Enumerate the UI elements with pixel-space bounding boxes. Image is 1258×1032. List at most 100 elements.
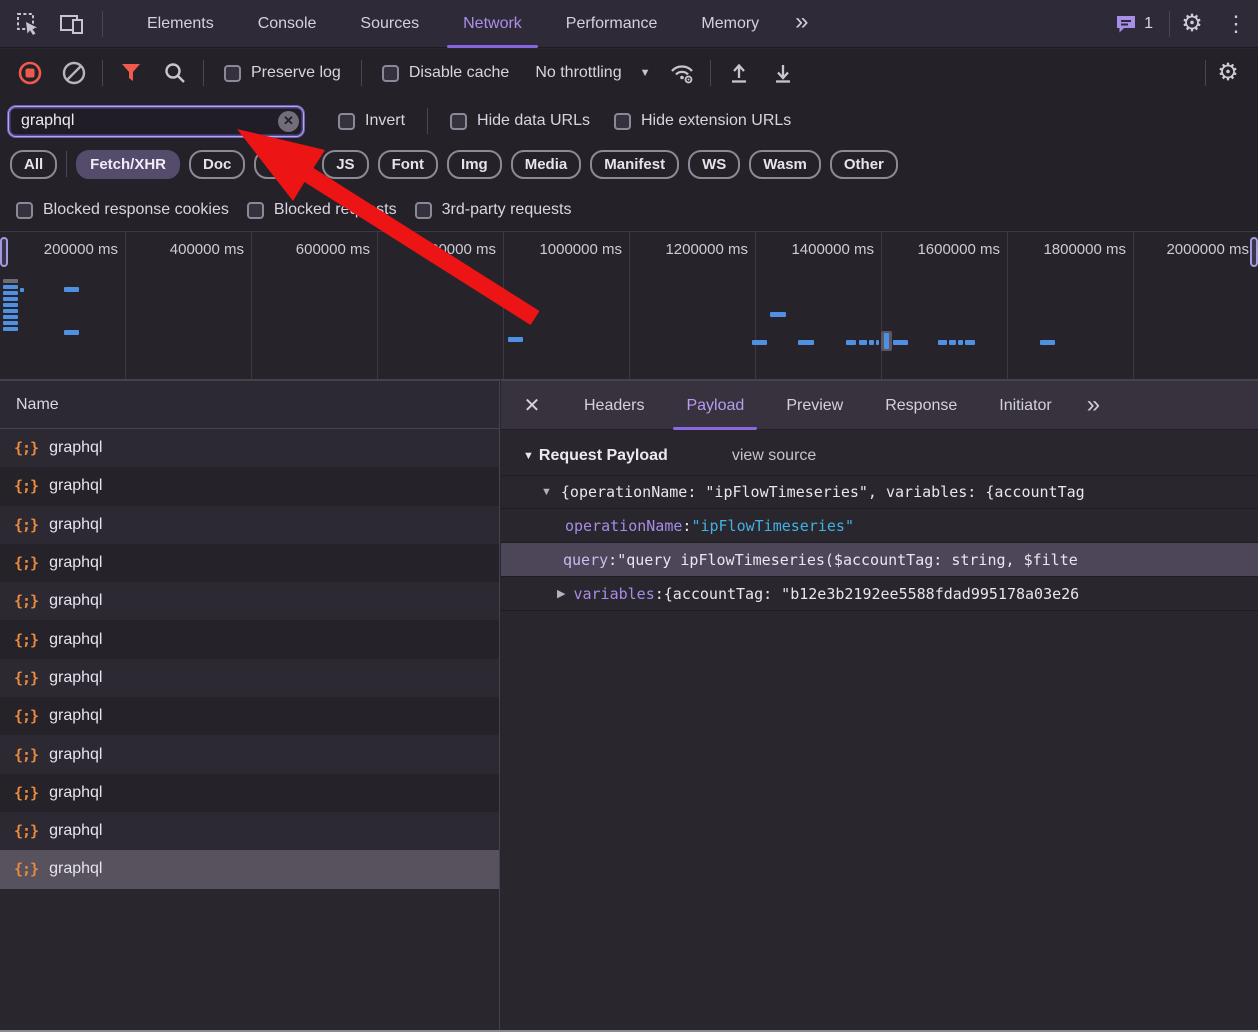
device-toolbar-icon[interactable]: [50, 0, 94, 48]
chip-divider: [66, 151, 68, 177]
record-button[interactable]: [8, 51, 52, 95]
more-tabs-icon[interactable]: »: [781, 0, 822, 48]
overview-request-bar: [3, 291, 18, 295]
invert-toggle[interactable]: Invert: [338, 112, 405, 130]
request-row[interactable]: {;} graphql: [0, 505, 499, 544]
tab-payload[interactable]: Payload: [665, 381, 765, 430]
chip-other[interactable]: Other: [829, 149, 898, 179]
payload-summary-row[interactable]: ▼ {operationName: "ipFlowTimeseries", va…: [501, 475, 1258, 509]
devtools-tabbar: Elements Console Sources Network Perform…: [0, 0, 1258, 48]
hide-extension-urls-label: Hide extension URLs: [640, 112, 792, 129]
filter-funnel-icon[interactable]: [109, 51, 153, 95]
detail-more-tabs-icon[interactable]: »: [1073, 383, 1114, 427]
request-row[interactable]: {;} graphql: [0, 811, 499, 851]
chip-wasm[interactable]: Wasm: [749, 149, 821, 179]
toolbar-divider-4: [710, 60, 712, 86]
inspect-element-icon[interactable]: [6, 0, 50, 48]
tab-network[interactable]: Network: [441, 0, 544, 48]
blocked-requests-label: Blocked requests: [273, 201, 397, 218]
tab-elements[interactable]: Elements: [125, 0, 236, 48]
chip-manifest[interactable]: Manifest: [590, 149, 680, 179]
json-braces-icon: {;}: [14, 707, 39, 726]
preserve-log-checkbox[interactable]: [224, 64, 241, 82]
collapse-icon[interactable]: ▶: [557, 587, 565, 600]
payload-variables-row[interactable]: ▶ variables: {accountTag: "b12e3b2192ee5…: [501, 577, 1258, 611]
close-detail-icon[interactable]: ✕: [501, 380, 563, 430]
overview-right-handle[interactable]: [1250, 237, 1258, 267]
request-row[interactable]: {;} graphql: [0, 429, 499, 468]
chip-font[interactable]: Font: [377, 149, 439, 179]
hide-extension-urls-checkbox[interactable]: [613, 112, 631, 130]
tab-memory[interactable]: Memory: [679, 0, 781, 48]
request-row[interactable]: {;} graphql: [0, 620, 499, 659]
section-expand-icon[interactable]: ▼: [523, 450, 534, 462]
chip-fetch-xhr[interactable]: Fetch/XHR: [76, 149, 181, 179]
clear-filter-icon[interactable]: ✕: [278, 110, 299, 132]
json-braces-icon: {;}: [14, 592, 39, 611]
payload-query-row[interactable]: query: "query ipFlowTimeseries($accountT…: [501, 543, 1258, 577]
third-party-toggle[interactable]: 3rd-party requests: [414, 201, 571, 219]
request-row[interactable]: {;} graphql: [0, 582, 499, 621]
chip-media[interactable]: Media: [510, 149, 582, 179]
tab-preview[interactable]: Preview: [765, 381, 864, 430]
issues-button[interactable]: 1: [1099, 14, 1169, 34]
network-overview-timeline[interactable]: 200000 ms 400000 ms 600000 ms 800000 ms …: [0, 232, 1258, 380]
throttling-select[interactable]: No throttling ▼: [535, 64, 650, 82]
network-settings-gear-icon[interactable]: ⚙: [1206, 51, 1250, 95]
chip-doc[interactable]: Doc: [189, 149, 246, 179]
disable-cache-checkbox[interactable]: [381, 64, 399, 82]
network-conditions-icon[interactable]: [660, 51, 704, 95]
payload-operation-row[interactable]: operationName: "ipFlowTimeseries": [501, 509, 1258, 543]
hide-data-urls-checkbox[interactable]: [450, 112, 468, 130]
clear-network-log-icon[interactable]: [52, 51, 96, 95]
kebab-menu-icon[interactable]: ⋮: [1214, 0, 1258, 48]
filter-row: ✕ Invert Hide data URLs Hide extension U…: [0, 104, 1258, 138]
blocked-requests-checkbox[interactable]: [246, 201, 264, 219]
request-row[interactable]: {;} graphql: [0, 773, 499, 812]
tab-console[interactable]: Console: [236, 0, 339, 48]
tab-headers[interactable]: Headers: [563, 381, 665, 430]
request-row[interactable]: {;} graphql: [0, 658, 499, 698]
tick-label: 1800000 ms: [1008, 232, 1134, 379]
name-column-header[interactable]: Name: [0, 380, 499, 429]
blocked-cookies-toggle[interactable]: Blocked response cookies: [16, 201, 229, 219]
request-row[interactable]: {;} graphql: [0, 697, 499, 736]
request-row-selected[interactable]: {;} graphql: [0, 850, 499, 889]
tick-label: 600000 ms: [252, 232, 378, 379]
tab-sources[interactable]: Sources: [338, 0, 441, 48]
requests-panel: Name {;} graphql {;} graphql {;} graphql {;…: [0, 380, 500, 1030]
search-icon[interactable]: [153, 51, 197, 95]
tick-label: 2000000 ms: [1166, 241, 1249, 258]
chip-js[interactable]: JS: [322, 149, 369, 179]
view-source-link[interactable]: view source: [732, 447, 816, 465]
tab-initiator[interactable]: Initiator: [978, 381, 1072, 430]
third-party-checkbox[interactable]: [414, 201, 432, 219]
settings-gear-icon[interactable]: ⚙: [1170, 0, 1214, 48]
export-har-icon[interactable]: [761, 51, 805, 95]
request-row[interactable]: {;} graphql: [0, 543, 499, 583]
expand-icon[interactable]: ▼: [541, 486, 552, 498]
request-row[interactable]: {;} graphql: [0, 467, 499, 506]
hide-extension-urls-toggle[interactable]: Hide extension URLs: [613, 112, 792, 130]
hide-data-urls-toggle[interactable]: Hide data URLs: [450, 112, 590, 130]
tab-response[interactable]: Response: [864, 381, 978, 430]
disable-cache-toggle[interactable]: Disable cache: [381, 64, 509, 82]
invert-checkbox[interactable]: [338, 112, 355, 130]
overview-request-bar: [869, 340, 874, 345]
chip-img[interactable]: Img: [447, 149, 502, 179]
request-name: graphql: [49, 668, 103, 686]
request-row[interactable]: {;} graphql: [0, 735, 499, 774]
overview-left-handle[interactable]: [0, 237, 8, 267]
payload-pane: ▼ Request Payload view source ▼ {operati…: [501, 431, 1258, 1030]
chip-ws[interactable]: WS: [688, 149, 741, 179]
blocked-cookies-checkbox[interactable]: [16, 201, 33, 219]
filter-input[interactable]: [8, 105, 304, 137]
chip-css[interactable]: CSS: [254, 149, 314, 179]
preserve-log-toggle[interactable]: Preserve log: [224, 64, 341, 82]
tab-performance[interactable]: Performance: [544, 0, 680, 48]
request-payload-section[interactable]: ▼ Request Payload view source: [501, 437, 1258, 475]
blocked-requests-toggle[interactable]: Blocked requests: [246, 201, 397, 219]
chip-all[interactable]: All: [10, 149, 58, 179]
import-har-icon[interactable]: [717, 51, 761, 95]
overview-request-bar: [798, 340, 814, 345]
